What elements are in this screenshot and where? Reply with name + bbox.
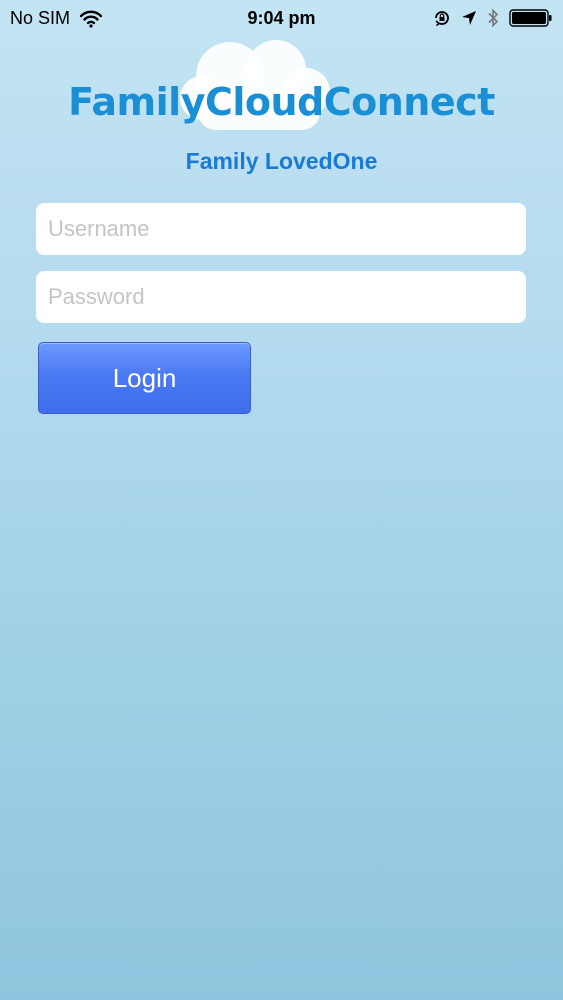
password-input[interactable] xyxy=(36,271,526,323)
app-logo: FamilyCloudConnect xyxy=(0,28,563,138)
rotation-lock-icon xyxy=(433,9,451,27)
battery-icon xyxy=(509,8,553,28)
user-name-subtitle: Family LovedOne xyxy=(185,148,378,174)
login-button[interactable]: Login xyxy=(38,342,251,414)
location-arrow-icon xyxy=(461,10,477,26)
username-input[interactable] xyxy=(36,203,526,255)
bluetooth-icon xyxy=(487,8,499,28)
logo-text: FamilyCloudConnect xyxy=(68,80,495,124)
status-right xyxy=(433,8,553,28)
